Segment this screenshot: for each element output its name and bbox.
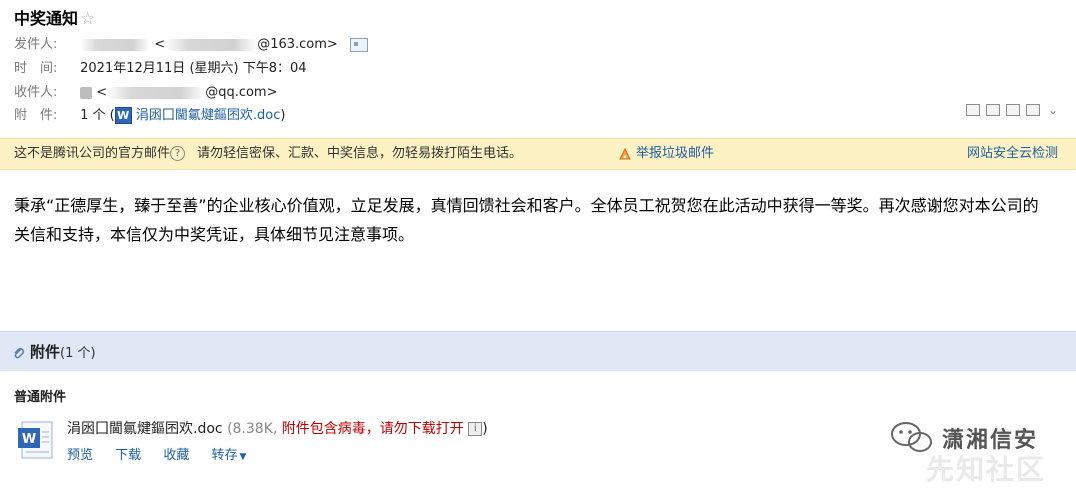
sender-address-prefix: < <box>154 37 166 52</box>
info-icon[interactable]: i <box>468 422 483 436</box>
watermark-sub: 先知社区 <box>926 453 1047 486</box>
sender-address[interactable]: @163.com> <box>257 37 338 52</box>
attachment-actions: 预览 下载 收藏 转存 ▼ <box>67 444 246 463</box>
time-label: 时 间: <box>14 61 58 76</box>
chevron-down-icon[interactable]: ⌄ <box>1046 104 1060 116</box>
recipient-address-redacted <box>107 86 206 99</box>
watermark: 潇湘信安 先知社区 <box>888 420 1074 486</box>
favorite-link[interactable]: 收藏 <box>163 448 189 463</box>
word-file-icon[interactable]: W <box>18 420 56 460</box>
time-value: 2021年12月11日 (星期六) 下午8：04 <box>80 61 307 76</box>
word-doc-icon: W <box>114 107 132 124</box>
attachment-file-line: 涓囦囗閫氱煡鏂囨欢.doc (8.38K, 附件包含病毒，请勿下载打开 i) <box>67 420 488 438</box>
email-subject: 中奖通知 ☆ <box>14 5 95 29</box>
download-link[interactable]: 下载 <box>115 448 141 463</box>
preview-link[interactable]: 预览 <box>67 448 93 463</box>
time-row: 时 间: 2021年12月11日 (星期六) 下午8：04 <box>14 59 307 79</box>
attachments-header: 附件(1 个) <box>0 331 1076 371</box>
star-icon[interactable]: ☆ <box>80 9 95 29</box>
report-icon <box>619 147 631 159</box>
attachment-count: 1 个 ( <box>80 108 115 123</box>
attachments-count: (1 个) <box>60 346 96 361</box>
save-icon[interactable] <box>1006 104 1020 116</box>
sender-name-redacted <box>80 38 151 51</box>
sender-label: 发件人: <box>14 37 58 52</box>
attachment-file-name[interactable]: 涓囦囗閫氱煡鏂囨欢.doc <box>67 421 223 437</box>
help-icon[interactable]: ? <box>170 146 186 161</box>
email-body: 秉承“正德厚生，臻于至善”的企业核心价值观，立足发展，真情回馈社会和客户。全体员… <box>14 196 1039 244</box>
recipient-name-redacted <box>80 86 93 99</box>
warning-advice: 请勿轻信密保、汇款、中奖信息，勿轻易拨打陌生电话。 <box>197 146 523 161</box>
sender-address-redacted <box>165 38 258 51</box>
normal-attachments-label: 普通附件 <box>14 390 67 405</box>
attachment-row: 附 件: 1 个 (W 涓囦囗閫氱煡鏂囨欢.doc) <box>14 106 285 126</box>
header-toolbar: ⌄ <box>966 104 1060 116</box>
attachment-label: 附 件: <box>14 108 58 123</box>
transfer-link[interactable]: 转存 <box>211 448 237 463</box>
report-spam[interactable]: 举报垃圾邮件 <box>618 139 714 169</box>
subject-text: 中奖通知 <box>14 9 79 28</box>
recipient-label: 收件人: <box>14 85 58 100</box>
transfer-dropdown-icon[interactable]: ▼ <box>239 452 246 462</box>
reply-icon[interactable] <box>986 104 1000 116</box>
recipient-address-prefix: < <box>96 85 108 100</box>
warning-main: 这不是腾讯公司的官方邮件 <box>14 146 171 161</box>
attachments-title: 附件(1 个) <box>12 332 96 374</box>
warning-text: 这不是腾讯公司的官方邮件? 请勿轻信密保、汇款、中奖信息，勿轻易拨打陌生电话。 <box>14 139 522 169</box>
svg-text:W: W <box>22 432 36 447</box>
sender-row: 发件人: < @163.com> <box>14 35 368 55</box>
virus-warning: 附件包含病毒，请勿下载打开 <box>281 421 464 437</box>
paperclip-icon <box>14 347 25 358</box>
recipient-row: 收件人: < @qq.com> <box>14 83 277 103</box>
new-window-icon[interactable] <box>966 104 980 116</box>
attachment-file-size: (8.38K, <box>227 421 278 437</box>
attachment-link[interactable]: 涓囦囗閫氱煡鏂囨欢.doc <box>136 108 281 123</box>
report-spam-link[interactable]: 举报垃圾邮件 <box>636 146 714 161</box>
recipient-address[interactable]: @qq.com> <box>205 85 277 100</box>
attachments-title-text: 附件 <box>30 343 61 361</box>
attachment-file-close: ) <box>482 421 488 437</box>
security-warning-bar: 这不是腾讯公司的官方邮件? 请勿轻信密保、汇款、中奖信息，勿轻易拨打陌生电话。 举… <box>0 138 1076 170</box>
contact-card-icon[interactable] <box>349 37 368 52</box>
print-icon[interactable] <box>1026 104 1040 116</box>
cloud-check-link[interactable]: 网站安全云检测 <box>967 139 1058 169</box>
attachment-close: ) <box>280 108 286 123</box>
